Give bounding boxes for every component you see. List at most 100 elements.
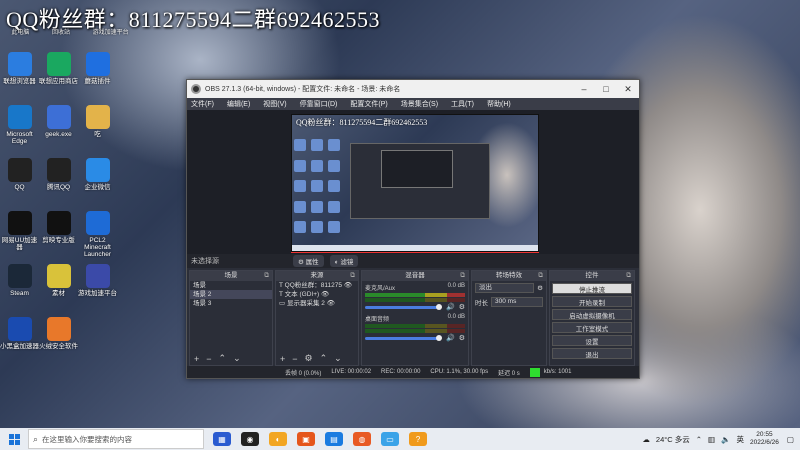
- cpu-fps: CPU: 1.1%, 30.00 fps: [430, 369, 489, 375]
- gear-icon[interactable]: ⚙: [537, 284, 543, 292]
- gear-icon[interactable]: ⚙: [459, 303, 465, 311]
- start-button[interactable]: [0, 433, 28, 445]
- dock-undock-icon[interactable]: ⧉: [350, 271, 355, 281]
- weather-text[interactable]: 24°C 多云: [656, 434, 690, 445]
- remove-icon[interactable]: −: [206, 354, 211, 364]
- desktop-label-this-pc[interactable]: 此电脑: [11, 27, 29, 36]
- desktop-shortcut[interactable]: 小黑盒加速器: [0, 317, 39, 368]
- explorer-taskbar-icon[interactable]: ▭: [381, 432, 399, 446]
- menu-scene-collection[interactable]: 场景集合(S): [401, 99, 438, 109]
- desktop-shortcut[interactable]: 剪映专业版: [39, 211, 78, 262]
- desktop-label-recycle-bin[interactable]: 回收站: [52, 27, 70, 36]
- taskbar-search[interactable]: ⌕ 在这里输入你要搜索的内容: [28, 429, 204, 449]
- volume-slider-knob[interactable]: [436, 335, 442, 341]
- transition-select[interactable]: 淡出: [475, 283, 535, 293]
- volume-meter: [365, 293, 465, 297]
- menu-tools[interactable]: 工具(T): [451, 99, 474, 109]
- bilibili-taskbar-icon[interactable]: ▤: [325, 432, 343, 446]
- exit-button[interactable]: 退出: [552, 348, 632, 359]
- network-icon[interactable]: ▥: [708, 435, 715, 444]
- speaker-icon[interactable]: 🔊: [446, 303, 455, 311]
- desktop-shortcut[interactable]: 吃: [78, 105, 117, 156]
- scene-item[interactable]: 场景 3: [190, 299, 272, 308]
- desktop-shortcut[interactable]: 蘑菇插件: [78, 52, 117, 103]
- desktop-shortcut[interactable]: Microsoft Edge: [0, 105, 39, 156]
- desktop-shortcut[interactable]: 游戏加速平台: [78, 264, 117, 315]
- firefox-taskbar-icon[interactable]: ◍: [353, 432, 371, 446]
- task-view-icon[interactable]: ▦: [213, 432, 231, 446]
- add-icon[interactable]: +: [280, 354, 285, 364]
- eye-icon[interactable]: 👁: [327, 300, 335, 307]
- volume-slider[interactable]: [365, 305, 439, 309]
- notification-icon[interactable]: ▢: [787, 435, 794, 444]
- properties-button[interactable]: ⚙ 属性: [293, 255, 324, 267]
- volume-slider[interactable]: [365, 336, 439, 340]
- tray-chevron-icon[interactable]: ⌃: [696, 435, 702, 444]
- obs-taskbar-icon[interactable]: ◉: [241, 432, 259, 446]
- qq-icon: [7, 158, 32, 182]
- desktop-label-game-platform[interactable]: 游戏加速平台: [93, 27, 129, 36]
- desktop-shortcut[interactable]: 网易UU加速器: [0, 211, 39, 262]
- weather-icon[interactable]: ☁: [642, 435, 650, 444]
- desktop-shortcut[interactable]: 企业微信: [78, 158, 117, 209]
- source-item[interactable]: ▭ 显示器采集 2 👁: [276, 299, 358, 308]
- menu-edit[interactable]: 编辑(E): [227, 99, 250, 109]
- dock-undock-icon[interactable]: ⧉: [460, 271, 465, 281]
- browser-taskbar-icon[interactable]: ◐: [269, 432, 287, 446]
- menu-profile[interactable]: 配置文件(P): [350, 99, 387, 109]
- remove-icon[interactable]: −: [292, 354, 297, 364]
- obs-titlebar[interactable]: OBS 27.1.3 (64-bit, windows) - 配置文件: 未命名…: [187, 80, 639, 98]
- maximize-icon[interactable]: □: [595, 84, 617, 94]
- eye-icon[interactable]: 👁: [321, 291, 329, 298]
- move-up-icon[interactable]: ⌃: [219, 353, 227, 364]
- volume-icon[interactable]: 🔈: [721, 435, 730, 444]
- move-down-icon[interactable]: ⌄: [334, 353, 342, 364]
- menu-help[interactable]: 帮助(H): [487, 99, 511, 109]
- desktop-shortcut-label: 网易UU加速器: [1, 237, 38, 252]
- move-down-icon[interactable]: ⌄: [233, 353, 241, 364]
- menu-file[interactable]: 文件(F): [191, 99, 214, 109]
- desktop-shortcut[interactable]: 联想应用商店: [39, 52, 78, 103]
- stop-streaming-button[interactable]: 停止推流: [552, 283, 632, 294]
- dock-undock-icon[interactable]: ⧉: [626, 271, 631, 281]
- duration-input[interactable]: 300 ms: [491, 297, 543, 307]
- menu-docks[interactable]: 停靠窗口(D): [300, 99, 338, 109]
- eye-icon[interactable]: 👁: [344, 282, 352, 289]
- minimize-icon[interactable]: –: [573, 84, 595, 94]
- volume-slider-knob[interactable]: [436, 304, 442, 310]
- desktop-shortcut[interactable]: 腾讯QQ: [39, 158, 78, 209]
- taskbar-clock[interactable]: 20:55 2022/6/26: [750, 431, 779, 447]
- start-virtual-camera-button[interactable]: 启动虚拟摄像机: [552, 309, 632, 320]
- start-recording-button[interactable]: 开始录制: [552, 296, 632, 307]
- dock-undock-icon[interactable]: ⧉: [538, 271, 543, 281]
- language-indicator[interactable]: 英: [736, 434, 744, 445]
- desktop-shortcut[interactable]: QQ: [0, 158, 39, 209]
- desktop-shortcut[interactable]: 素材: [39, 264, 78, 315]
- filters-button[interactable]: ◐ 滤镜: [329, 255, 359, 267]
- gear-icon[interactable]: ⚙: [305, 353, 313, 364]
- add-icon[interactable]: +: [194, 354, 199, 364]
- scenes-title: 场景: [224, 272, 238, 279]
- scene-item[interactable]: 场景 2: [190, 290, 272, 299]
- speaker-icon[interactable]: 🔊: [446, 334, 455, 342]
- file-taskbar-icon[interactable]: ?: [409, 432, 427, 446]
- close-icon[interactable]: ✕: [617, 84, 639, 95]
- move-up-icon[interactable]: ⌃: [320, 353, 328, 364]
- desktop-shortcut[interactable]: 火绒安全软件: [39, 317, 78, 368]
- desktop-shortcut[interactable]: geek.exe: [39, 105, 78, 156]
- dock-undock-icon[interactable]: ⧉: [264, 271, 269, 281]
- obs-preview[interactable]: QQ粉丝群：811275594二群692462553: [187, 110, 639, 254]
- scene-item[interactable]: 场景: [190, 281, 272, 290]
- source-item[interactable]: T 文本 (GDI+) 👁: [276, 290, 358, 299]
- desktop-shortcut[interactable]: Steam: [0, 264, 39, 315]
- studio-mode-button[interactable]: 工作室模式: [552, 322, 632, 333]
- desktop-shortcut[interactable]: 联想浏览器: [0, 52, 39, 103]
- desktop-shortcut[interactable]: PCL2 Minecraft Launcher: [78, 211, 117, 262]
- settings-button[interactable]: 设置: [552, 335, 632, 346]
- desktop-shortcut-label: PCL2 Minecraft Launcher: [83, 237, 112, 259]
- app-taskbar-icon[interactable]: ▣: [297, 432, 315, 446]
- source-item[interactable]: T QQ粉丝群：811275 👁: [276, 281, 358, 290]
- gear-icon[interactable]: ⚙: [459, 334, 465, 342]
- menu-view[interactable]: 视图(V): [263, 99, 286, 109]
- desktop-shortcut-label: 吃: [94, 131, 101, 138]
